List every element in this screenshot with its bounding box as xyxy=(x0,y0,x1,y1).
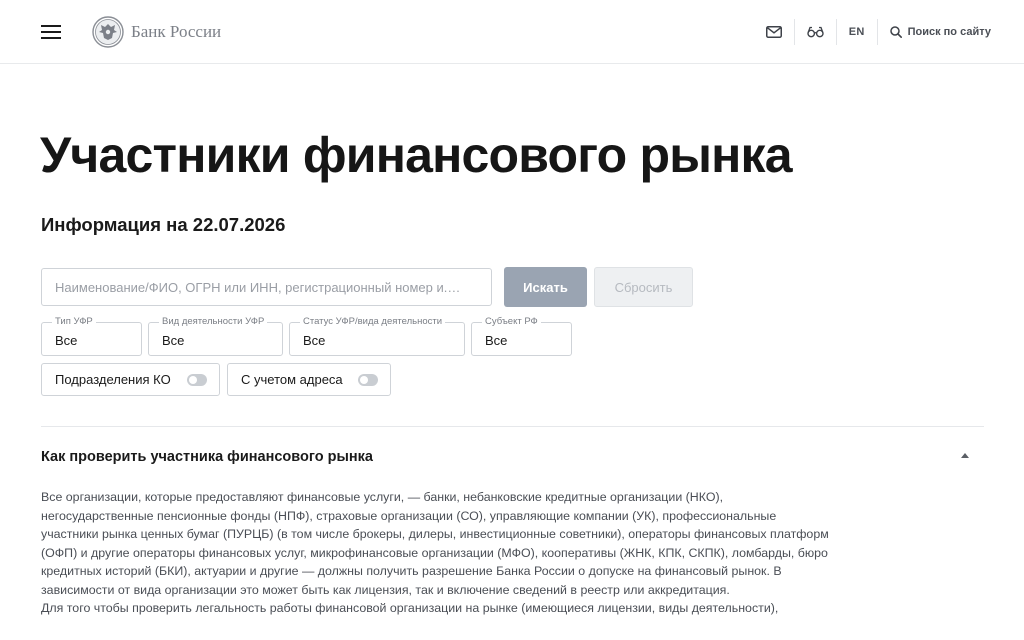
reset-button[interactable]: Сбросить xyxy=(594,267,693,307)
mail-icon xyxy=(765,26,782,38)
search-icon xyxy=(889,26,902,38)
filter-status[interactable]: Статус УФР/вида деятельности Все xyxy=(289,316,465,356)
section-divider xyxy=(41,426,984,427)
filter-label: Субъект РФ xyxy=(482,316,541,328)
logo[interactable]: Банк России xyxy=(92,16,221,48)
mail-button[interactable] xyxy=(765,19,782,45)
accessibility-button[interactable] xyxy=(807,19,824,45)
emblem-icon xyxy=(92,16,124,48)
toggle-switch[interactable] xyxy=(187,374,207,386)
page-title: Участники финансового рынка xyxy=(40,127,793,183)
find-button[interactable]: Искать xyxy=(504,267,587,307)
filter-label: Статус УФР/вида деятельности xyxy=(300,316,446,328)
toggle-address[interactable]: С учетом адреса xyxy=(227,363,391,396)
search-input[interactable] xyxy=(41,268,492,306)
chevron-up-icon[interactable] xyxy=(961,453,969,458)
toggle-switch[interactable] xyxy=(358,374,378,386)
menu-icon[interactable] xyxy=(41,24,61,40)
filter-ufr-type[interactable]: Тип УФР Все xyxy=(41,316,142,356)
header-divider xyxy=(876,19,878,45)
filter-value: Все xyxy=(55,333,78,348)
header-divider xyxy=(793,19,795,45)
filter-label: Вид деятельности УФР xyxy=(159,316,268,328)
logo-text: Банк России xyxy=(131,22,222,41)
accordion-paragraph: Все организации, которые предоставляют ф… xyxy=(41,490,829,597)
filter-value: Все xyxy=(162,333,185,348)
info-date: Информация на 22.07.2026 xyxy=(41,214,286,235)
site-header: Банк России EN Поиск по сайту xyxy=(0,0,1024,64)
site-search-link[interactable]: Поиск по сайту xyxy=(889,19,991,45)
header-tools: EN Поиск по сайту xyxy=(765,19,991,45)
filter-region[interactable]: Субъект РФ Все xyxy=(471,316,572,356)
filter-value: Все xyxy=(485,333,508,348)
toggle-ko-divisions[interactable]: Подразделения КО xyxy=(41,363,220,396)
toggle-label: С учетом адреса xyxy=(241,372,343,387)
site-search-label: Поиск по сайту xyxy=(907,26,991,38)
filter-value: Все xyxy=(303,333,326,348)
accordion-paragraph: Для того чтобы проверить легальность раб… xyxy=(41,601,779,615)
filter-activity-type[interactable]: Вид деятельности УФР Все xyxy=(148,316,283,356)
header-divider xyxy=(835,19,837,45)
glasses-icon xyxy=(807,26,824,38)
language-switch[interactable]: EN xyxy=(849,19,865,45)
toggle-label: Подразделения КО xyxy=(55,372,171,387)
accordion-title[interactable]: Как проверить участника финансового рынк… xyxy=(41,449,373,465)
filter-label: Тип УФР xyxy=(52,316,96,328)
accordion-body: Все организации, которые предоставляют ф… xyxy=(41,488,831,618)
